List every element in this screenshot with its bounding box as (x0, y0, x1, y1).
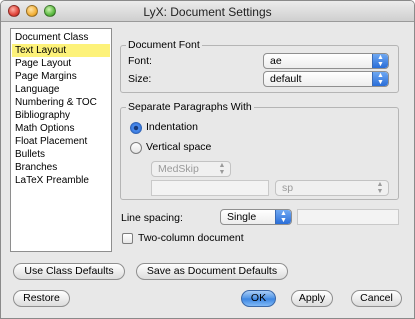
document-font-group-title: Document Font (126, 39, 202, 51)
vertical-space-label[interactable]: Vertical space (146, 141, 211, 153)
window-title: LyX: Document Settings (143, 5, 272, 19)
vertical-space-select[interactable]: MedSkip ▲ ▼ (151, 161, 231, 177)
sidebar-item-numbering-toc[interactable]: Numbering & TOC (12, 96, 110, 109)
document-settings-window: LyX: Document Settings Document Class Te… (0, 0, 415, 319)
updown-arrow-icon: ▲ ▼ (372, 54, 388, 68)
two-column-label[interactable]: Two-column document (138, 232, 244, 244)
sidebar-item-float-placement[interactable]: Float Placement (12, 135, 110, 148)
sidebar-item-page-margins[interactable]: Page Margins (12, 70, 110, 83)
size-select-value: default (270, 73, 302, 85)
font-select[interactable]: ae ▲ ▼ (263, 53, 389, 69)
two-column-checkbox[interactable] (122, 233, 133, 244)
vertical-space-radio[interactable] (130, 142, 142, 154)
updown-arrow-icon: ▲ ▼ (376, 181, 384, 195)
settings-category-list[interactable]: Document Class Text Layout Page Layout P… (10, 28, 112, 252)
font-select-value: ae (270, 55, 282, 67)
updown-arrow-icon: ▲ ▼ (275, 210, 291, 224)
save-as-document-defaults-button[interactable]: Save as Document Defaults (136, 263, 288, 280)
sidebar-item-bullets[interactable]: Bullets (12, 148, 110, 161)
sidebar-item-document-class[interactable]: Document Class (12, 31, 110, 44)
sidebar-item-page-layout[interactable]: Page Layout (12, 57, 110, 70)
updown-arrow-icon: ▲ ▼ (372, 72, 388, 86)
indentation-label[interactable]: Indentation (146, 121, 198, 133)
sidebar-item-text-layout[interactable]: Text Layout (12, 44, 110, 57)
indentation-radio[interactable] (130, 122, 142, 134)
vertical-space-length-field[interactable] (151, 180, 269, 196)
sidebar-item-math-options[interactable]: Math Options (12, 122, 110, 135)
separate-paragraphs-group-title: Separate Paragraphs With (126, 101, 254, 113)
line-spacing-label: Line spacing: (121, 212, 183, 224)
line-spacing-select[interactable]: Single ▲ ▼ (220, 209, 292, 225)
vertical-space-unit-select[interactable]: sp ▲ ▼ (275, 180, 389, 196)
ok-button[interactable]: OK (241, 290, 276, 307)
sidebar-item-bibliography[interactable]: Bibliography (12, 109, 110, 122)
restore-button[interactable]: Restore (13, 290, 70, 307)
sidebar-item-branches[interactable]: Branches (12, 161, 110, 174)
size-label: Size: (128, 73, 152, 85)
vertical-space-unit-value: sp (282, 182, 294, 194)
use-class-defaults-button[interactable]: Use Class Defaults (13, 263, 125, 280)
updown-arrow-icon: ▲ ▼ (218, 162, 226, 176)
sidebar-item-language[interactable]: Language (12, 83, 110, 96)
font-label: Font: (128, 55, 152, 67)
cancel-button[interactable]: Cancel (351, 290, 402, 307)
line-spacing-select-value: Single (227, 211, 257, 223)
sidebar-item-latex-preamble[interactable]: LaTeX Preamble (12, 174, 110, 187)
apply-button[interactable]: Apply (291, 290, 333, 307)
vertical-space-select-value: MedSkip (158, 163, 199, 175)
line-spacing-custom-field[interactable] (297, 209, 399, 225)
size-select[interactable]: default ▲ ▼ (263, 71, 389, 87)
title-bar[interactable]: LyX: Document Settings (1, 1, 414, 22)
